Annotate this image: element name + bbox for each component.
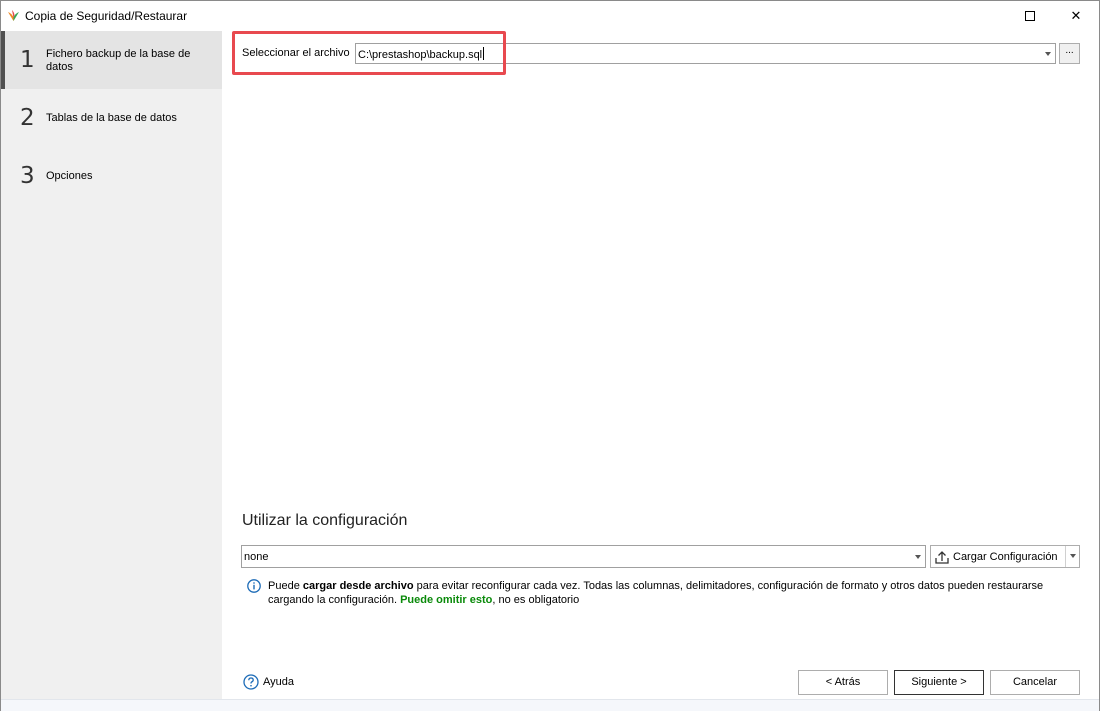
close-button[interactable]: ✕ (1053, 1, 1099, 31)
config-value: none (244, 551, 269, 563)
active-step-marker (1, 31, 5, 89)
step-number: 1 (20, 47, 35, 73)
config-combobox[interactable]: none (241, 545, 926, 568)
status-bar (1, 699, 1099, 711)
step-label: Tablas de la base de datos (46, 112, 177, 124)
step-label: Opciones (46, 170, 93, 182)
load-config-label: Cargar Configuración (953, 551, 1058, 563)
wizard-steps-sidebar: 1 Fichero backup de la base de datos 2 T… (1, 31, 222, 699)
browse-file-button[interactable]: ... (1059, 43, 1080, 64)
load-from-file-link: cargar desde archivo (302, 580, 414, 592)
app-logo-icon (8, 10, 19, 21)
chevron-down-icon[interactable] (1070, 554, 1076, 558)
step-backup-file[interactable]: 1 Fichero backup de la base de datos (1, 31, 222, 89)
split-divider (1065, 546, 1066, 567)
config-section-title: Utilizar la configuración (242, 512, 408, 529)
dropdown-arrow-icon[interactable] (915, 555, 921, 559)
step-number: 2 (20, 105, 35, 131)
info-icon (247, 579, 261, 593)
backup-restore-window: Copia de Seguridad/Restaurar ✕ 1 Fichero… (0, 0, 1100, 711)
main-panel: Seleccionar el archivo C:\prestashop\bac… (222, 31, 1099, 699)
maximize-button[interactable] (1007, 1, 1053, 31)
cancel-button[interactable]: Cancelar (990, 670, 1080, 695)
upload-icon (935, 551, 949, 564)
step-label: Fichero backup de la base de datos (46, 48, 191, 73)
highlight-box (232, 31, 506, 75)
dropdown-arrow-icon[interactable] (1045, 52, 1051, 56)
close-icon: ✕ (1070, 8, 1082, 23)
help-label: Ayuda (263, 676, 294, 688)
step-options[interactable]: 3 Opciones (1, 157, 222, 197)
step-database-tables[interactable]: 2 Tablas de la base de datos (1, 99, 222, 139)
load-config-button[interactable]: Cargar Configuración (930, 545, 1080, 568)
window-title: Copia de Seguridad/Restaurar (25, 9, 188, 23)
skip-this-text: Puede omitir esto (400, 594, 493, 606)
help-icon (243, 674, 259, 690)
config-info-text: Puede cargar desde archivo para evitar r… (268, 580, 1044, 606)
next-button[interactable]: Siguiente > (894, 670, 984, 695)
title-bar: Copia de Seguridad/Restaurar ✕ (1, 1, 1099, 31)
back-button[interactable]: < Atrás (798, 670, 888, 695)
step-number: 3 (20, 163, 35, 189)
maximize-icon (1025, 11, 1035, 21)
